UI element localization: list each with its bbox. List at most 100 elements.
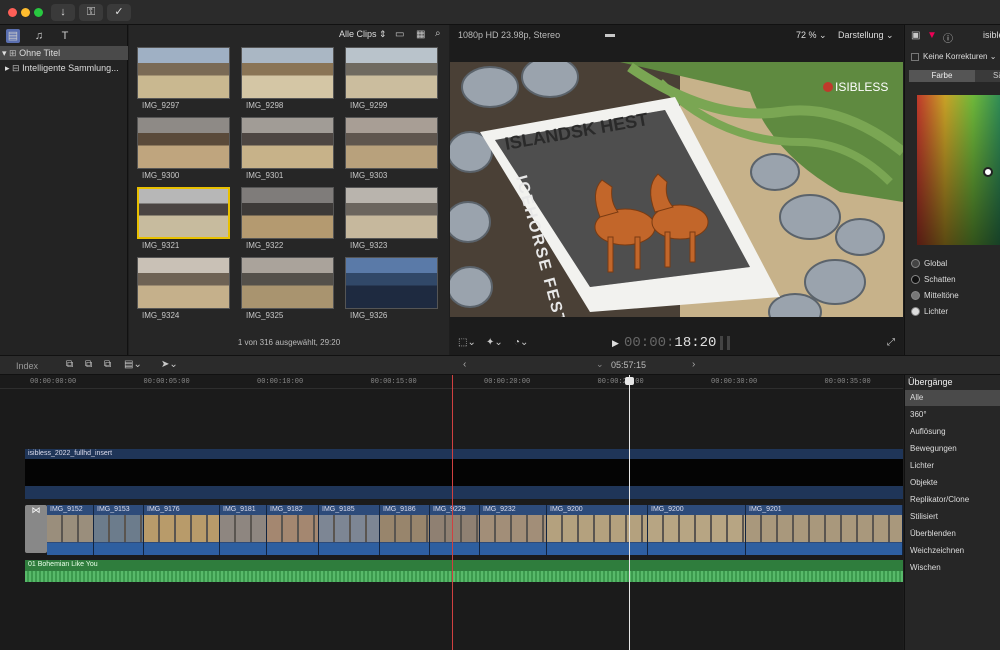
clapper-icon[interactable]: ▤	[6, 29, 20, 43]
clip-tile[interactable]: IMG_9297	[137, 47, 230, 110]
range-item[interactable]: Global	[911, 256, 1000, 271]
clip-thumbnail[interactable]	[345, 117, 438, 169]
filmstrip-view-icon[interactable]: ▭	[395, 29, 404, 40]
timeline-clip[interactable]: IMG_9186	[380, 505, 430, 555]
clip-tile[interactable]: IMG_9324	[137, 257, 230, 320]
clip-thumbnail[interactable]	[137, 257, 230, 309]
clip-filter-dropdown[interactable]: Alle Clips ⇕	[339, 29, 387, 40]
clip-tile[interactable]: IMG_9299	[345, 47, 438, 110]
import-button[interactable]: ↓	[51, 4, 75, 21]
select-tool-icon[interactable]: ➤⌄	[161, 359, 178, 370]
range-item[interactable]: Lichter	[911, 304, 1000, 319]
timeline-clip[interactable]: IMG_9176	[144, 505, 220, 555]
transition-category[interactable]: Überblenden	[905, 526, 1000, 542]
clip-tile[interactable]: IMG_9326	[345, 257, 438, 320]
zoom-window-button[interactable]	[34, 8, 43, 17]
clip-thumbnail[interactable]	[345, 257, 438, 309]
previous-arrow-icon[interactable]: ‹	[463, 359, 466, 370]
minimize-window-button[interactable]	[21, 8, 30, 17]
clip-tile[interactable]: IMG_9298	[241, 47, 334, 110]
play-icon[interactable]: ▶	[612, 338, 619, 349]
titles-icon[interactable]: T	[58, 29, 72, 43]
transition-category[interactable]: Stilisiert	[905, 509, 1000, 525]
corrections-dropdown[interactable]: Keine Korrekturen ⌄	[911, 49, 996, 64]
transition-category[interactable]: Auflösung	[905, 424, 1000, 440]
timeline-clip[interactable]: IMG_9153	[94, 505, 144, 555]
timeline[interactable]: 00:00:00:00 00:00:05:00 00:00:10:00 00:00:1…	[0, 375, 903, 650]
clip-appearance-icon[interactable]: ▦	[416, 29, 425, 40]
append-clip-icon[interactable]: ⧉	[104, 359, 111, 370]
range-item[interactable]: Schatten	[911, 272, 1000, 287]
clip-tile[interactable]: IMG_9301	[241, 117, 334, 180]
index-button[interactable]: Index	[16, 361, 38, 371]
zoom-dropdown[interactable]: 72 % ⌄	[796, 30, 827, 41]
clip-thumbnail[interactable]	[241, 187, 334, 239]
timeline-clip[interactable]: IMG_9201	[746, 505, 903, 555]
disclosure-right-icon: ▸	[5, 63, 10, 73]
timeline-clip[interactable]: IMG_9185	[319, 505, 380, 555]
clip-thumbnail[interactable]	[241, 47, 334, 99]
overwrite-clip-icon[interactable]: ▤⌄	[124, 359, 142, 370]
clip-tile[interactable]: IMG_9300	[137, 117, 230, 180]
fullscreen-icon[interactable]: ⤢	[887, 337, 895, 348]
timeline-clip[interactable]: IMG_9229	[430, 505, 480, 555]
display-dropdown[interactable]: Darstellung ⌄	[838, 30, 894, 41]
timeline-clip[interactable]: IMG_9152	[47, 505, 94, 555]
checkbox[interactable]	[911, 52, 919, 61]
search-icon[interactable]: ⌕	[435, 28, 441, 39]
transition-category[interactable]: Alle	[905, 390, 1000, 406]
clip-tile[interactable]: IMG_9303	[345, 117, 438, 180]
transition-category[interactable]: 360°	[905, 407, 1000, 423]
retime-speedometer-icon[interactable]: ◔⌄	[514, 337, 528, 348]
library-row[interactable]: ▾ ⊞ Ohne Titel	[0, 46, 128, 60]
info-icon[interactable]: ⓘ	[943, 30, 953, 45]
clip-tile[interactable]: IMG_9322	[241, 187, 334, 250]
enhance-wand-icon[interactable]: ✦⌄	[486, 337, 503, 348]
film-icon[interactable]: ▣	[911, 30, 920, 41]
storyline-handle[interactable]: ⋈	[25, 505, 47, 553]
transition-category[interactable]: Lichter	[905, 458, 1000, 474]
transition-category[interactable]: Bewegungen	[905, 441, 1000, 457]
timeline-clip[interactable]: IMG_9200	[547, 505, 648, 555]
audio-clip[interactable]: 01 Bohemian Like You	[25, 560, 903, 582]
clip-thumbnail[interactable]	[241, 117, 334, 169]
range-item[interactable]: Mitteltöne	[911, 288, 1000, 303]
transition-category[interactable]: Replikator/Clone	[905, 492, 1000, 508]
color-puck[interactable]	[983, 167, 993, 177]
transition-category[interactable]: Weichzeichnen	[905, 543, 1000, 559]
clip-thumbnail[interactable]	[345, 47, 438, 99]
background-tasks-button[interactable]: ✓	[107, 4, 131, 21]
color-board[interactable]	[917, 95, 1000, 245]
tab-color[interactable]: Farbe	[909, 70, 975, 82]
playhead-handle[interactable]	[625, 377, 634, 385]
timeline-clip[interactable]: IMG_9232	[480, 505, 547, 555]
insert-clip-icon[interactable]: ⧉	[85, 359, 92, 370]
connected-clip[interactable]: isibless_2022_fullhd_insert	[25, 449, 903, 499]
tab-saturation[interactable]: Sä	[993, 70, 1000, 82]
transition-category[interactable]: Wischen	[905, 560, 1000, 576]
timeline-menu-icon[interactable]: ⌄	[596, 359, 604, 370]
playhead[interactable]	[629, 375, 630, 650]
clip-thumbnail[interactable]	[345, 187, 438, 239]
clip-tile[interactable]: IMG_9323	[345, 187, 438, 250]
transition-category[interactable]: Objekte	[905, 475, 1000, 491]
timeline-clip[interactable]: IMG_9182	[267, 505, 319, 555]
clip-thumbnail[interactable]	[241, 257, 334, 309]
clip-tile[interactable]: IMG_9325	[241, 257, 334, 320]
smart-collection-row[interactable]: ▸ ⊟ Intelligente Sammlung...	[0, 61, 128, 75]
clip-tile[interactable]: IMG_9321	[137, 187, 230, 250]
music-photos-icon[interactable]: ♫	[32, 29, 46, 43]
color-board-icon[interactable]: ▼	[927, 30, 937, 41]
transform-tool-icon[interactable]: ⬚⌄	[458, 337, 476, 348]
clip-thumbnail[interactable]	[137, 117, 230, 169]
keywords-button[interactable]: ⚿	[79, 4, 103, 21]
next-arrow-icon[interactable]: ›	[692, 359, 695, 370]
clip-thumbnail[interactable]	[137, 187, 230, 239]
timeline-clip[interactable]: IMG_9200	[648, 505, 746, 555]
timecode-display[interactable]: 00:00:18:20	[624, 335, 716, 351]
clip-thumbnail[interactable]	[137, 47, 230, 99]
video-frame[interactable]: ISLANDSK HEST ICEHORSE FESTIV ISIBLESS	[450, 62, 903, 317]
timeline-clip[interactable]: IMG_9181	[220, 505, 267, 555]
connect-clip-icon[interactable]: ⧉	[66, 359, 73, 370]
close-window-button[interactable]	[8, 8, 17, 17]
